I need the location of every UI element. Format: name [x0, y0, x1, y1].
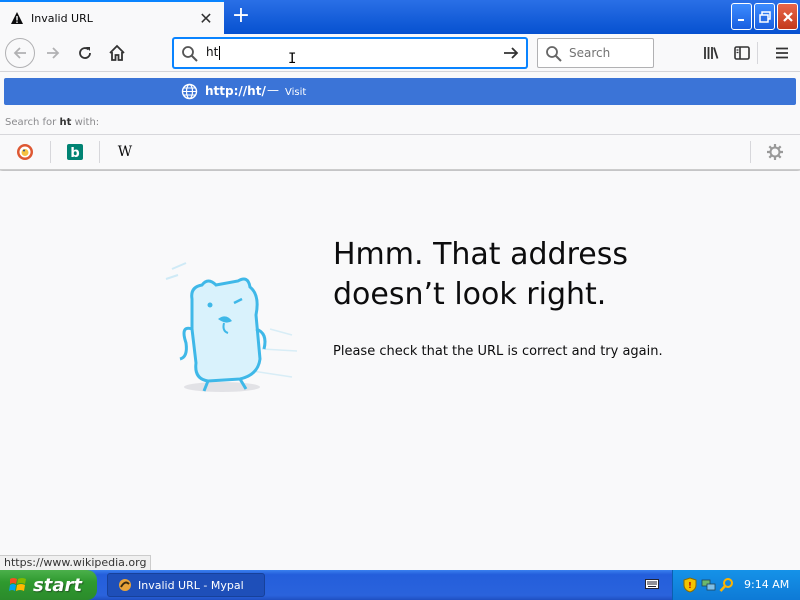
search-placeholder: Search [569, 46, 611, 60]
security-shield-icon[interactable]: ! [683, 577, 697, 593]
minimize-button[interactable] [731, 3, 752, 30]
close-window-button[interactable] [777, 3, 798, 30]
library-icon [704, 47, 719, 59]
tab-invalid-url[interactable]: Invalid URL ✕ [0, 0, 224, 34]
maximize-button[interactable] [754, 3, 775, 30]
svg-text:!: ! [688, 581, 692, 590]
forward-button[interactable] [38, 38, 68, 68]
back-arrow-icon [13, 47, 26, 59]
keyboard-icon[interactable] [645, 578, 659, 590]
wikipedia-letter: W [117, 144, 133, 160]
windows-flag-icon [9, 578, 26, 591]
suggestion-dash: — [267, 83, 279, 97]
url-input[interactable]: ht [206, 45, 218, 59]
system-tray: ! 9:14 AM [672, 570, 800, 600]
bing-icon[interactable]: b [65, 142, 85, 162]
close-tab-icon[interactable]: ✕ [198, 9, 214, 28]
bing-letter: b [70, 146, 79, 161]
start-label: start [33, 574, 82, 596]
forward-arrow-icon [47, 47, 60, 59]
navigation-toolbar: ht I Search [0, 34, 800, 72]
suggestion-url: http://ht/ [205, 84, 266, 98]
new-tab-button[interactable]: + [228, 4, 254, 30]
browser-window: Invalid URL ✕ + ht I Search http://ht/ —… [0, 0, 800, 600]
reload-icon [79, 47, 91, 59]
hamburger-menu-icon [776, 47, 788, 59]
duckduckgo-icon[interactable] [15, 142, 35, 162]
url-bar[interactable]: ht I [173, 38, 527, 68]
clock: 9:14 AM [744, 578, 790, 591]
globe-icon [181, 83, 198, 100]
engine-separator [50, 141, 51, 163]
wikipedia-icon[interactable]: W [115, 142, 135, 162]
search-for-label: Search for ht with: [5, 117, 99, 128]
search-icon [546, 46, 562, 62]
error-message: Please check that the URL is correct and… [333, 344, 663, 359]
reload-button[interactable] [70, 38, 100, 68]
search-for-suffix: with: [74, 117, 100, 128]
sidebar-button[interactable] [727, 38, 757, 68]
network-icon[interactable] [701, 577, 717, 593]
error-heading: Hmm. That address doesn’t look right. [333, 237, 628, 312]
home-button[interactable] [102, 38, 132, 68]
sidebar-icon [734, 46, 750, 60]
tab-strip: Invalid URL ✕ + [0, 0, 800, 34]
taskbar-item-label: Invalid URL - Mypal [138, 578, 244, 592]
ibeam-cursor: I [288, 51, 297, 67]
search-for-prefix: Search for [5, 117, 57, 128]
search-bar[interactable]: Search [537, 38, 654, 68]
engine-separator [99, 141, 100, 163]
suggestion-action: Visit [285, 87, 307, 98]
search-tray-icon[interactable] [719, 577, 735, 593]
urlbar-autocomplete-popup: http://ht/ — Visit Search for ht with: b… [0, 72, 800, 170]
suggestion-row-visit[interactable]: http://ht/ — Visit [4, 78, 796, 105]
tab-title: Invalid URL [31, 11, 93, 25]
engine-separator [750, 141, 751, 163]
go-arrow-icon[interactable] [502, 44, 520, 62]
start-button[interactable]: start [0, 570, 97, 600]
text-caret [219, 46, 220, 60]
search-icon [182, 46, 198, 62]
library-button[interactable] [696, 38, 726, 68]
taskbar: start Invalid URL - Mypal ! 9:14 AM [0, 570, 800, 600]
confused-critter-illustration [165, 262, 298, 392]
taskbar-item-mypal[interactable]: Invalid URL - Mypal [107, 573, 265, 597]
status-url: https://www.wikipedia.org [0, 555, 152, 570]
gear-icon[interactable] [765, 142, 785, 162]
toolbar-separator [757, 42, 758, 64]
home-icon [109, 44, 125, 61]
menu-button[interactable] [767, 38, 797, 68]
one-off-search-engines: b W [0, 135, 800, 169]
warning-icon [9, 10, 25, 26]
error-page: Hmm. That address doesn’t look right. Pl… [0, 171, 800, 569]
mypal-app-icon [119, 579, 131, 591]
back-button[interactable] [5, 38, 35, 68]
search-for-term: ht [59, 117, 72, 128]
